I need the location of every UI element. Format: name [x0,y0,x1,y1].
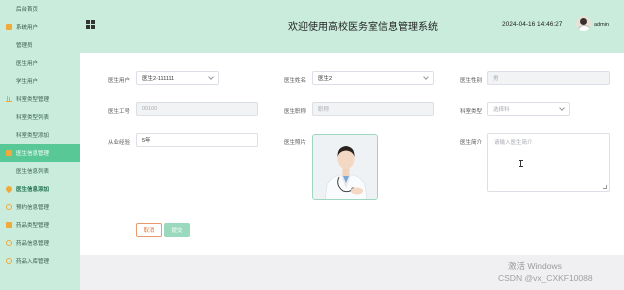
cancel-button[interactable]: 取消 [136,223,162,237]
gender-field[interactable]: 男 [487,71,610,85]
dept-type-select[interactable]: 选择科 [487,102,570,116]
sidebar-item-label: 药品信息管理 [16,241,50,247]
doctor-name-select[interactable]: 医生2 [312,71,434,85]
sidebar-item-admin[interactable]: 管理员 [0,36,80,54]
sidebar: 后台首页 系统用户 管理员 医生用户 学生用户 科室类型管理 科室类型列表 科室… [0,0,80,290]
sidebar-item-label: 系统用户 [16,25,39,31]
employee-id-field[interactable]: 00100 [136,102,258,116]
sidebar-item-label: 药品类型管理 [16,223,50,229]
title-value: 职称 [318,107,330,113]
sidebar-item-doctor-mgmt[interactable]: 医生信息管理 [0,144,80,162]
intro-placeholder: 请输入医生简介 [494,140,533,146]
sidebar-item-system-users[interactable]: 系统用户 [0,18,80,36]
csdn-watermark: CSDN @vx_CXKF10088 [498,273,593,283]
folder-icon [6,150,12,156]
circle-icon [6,204,12,210]
sidebar-item-label: 学生用户 [16,79,39,85]
circle-icon [6,258,12,264]
sidebar-item-label: 科室类型管理 [16,97,50,103]
chevron-down-icon [208,74,214,80]
sidebar-item-dept-type-mgmt[interactable]: 科室类型管理 [0,90,80,108]
doctor-edit-form: 医生用户 医生2-111111 医生姓名 医生2 医生性别 男 医生工号 001… [80,53,624,255]
sidebar-item-drug-info-mgmt[interactable]: 药品信息管理 [0,234,80,252]
title-field[interactable]: 职称 [312,102,434,116]
sidebar-item-label: 药品入库管理 [16,259,50,265]
folder-icon [6,24,12,30]
folder-icon [6,222,12,228]
doctor-user-value: 医生2-111111 [142,76,175,82]
menu-grid-icon[interactable] [86,20,95,29]
sidebar-item-dept-type-list[interactable]: 科室类型列表 [0,108,80,126]
header: 欢迎使用高校医务室信息管理系统 2024-04-16 14:46:27 admi… [80,0,624,53]
sidebar-item-label: 医生信息添加 [16,187,50,193]
years-label: 从业经验 [107,140,130,146]
sidebar-item-doctor-list[interactable]: 医生信息列表 [0,162,80,180]
username[interactable]: admin [594,22,609,28]
doctor-name-label: 医生姓名 [283,78,306,84]
sidebar-item-label: 预约信息管理 [16,205,50,211]
text-cursor-icon [518,160,523,167]
sidebar-item-student-users[interactable]: 学生用户 [0,72,80,90]
sidebar-item-doctor-add[interactable]: 医生信息添加 [0,180,80,198]
intro-textarea[interactable]: 请输入医生简介 [487,133,610,192]
resize-grip-icon[interactable] [603,185,607,189]
photo-label: 医生照片 [283,140,306,146]
sidebar-item-home[interactable]: 后台首页 [0,0,80,18]
sidebar-item-label: 科室类型列表 [16,115,50,121]
location-pin-icon [4,184,14,194]
doctor-user-select[interactable]: 医生2-111111 [136,71,219,85]
doctor-photo[interactable] [312,134,378,200]
employee-id-label: 医生工号 [107,109,130,115]
avatar[interactable] [576,16,591,31]
sidebar-item-label: 医生信息管理 [16,151,50,157]
sidebar-item-label: 医生用户 [16,61,39,67]
submit-button[interactable]: 提交 [164,223,190,237]
employee-id-value: 00100 [142,106,158,112]
title-label: 医生职称 [283,109,306,115]
dept-type-placeholder: 选择科 [493,107,510,113]
sidebar-item-label: 科室类型添加 [16,133,50,139]
datetime-display: 2024-04-16 14:46:27 [502,21,563,28]
years-value: 5年 [142,138,151,144]
chevron-down-icon [423,74,429,80]
sidebar-item-label: 医生信息列表 [16,169,50,175]
sidebar-item-label: 管理员 [16,43,33,49]
sidebar-item-doctor-users[interactable]: 医生用户 [0,54,80,72]
doctor-user-label: 医生用户 [107,78,130,84]
dept-type-label: 科室类型 [459,109,482,115]
circle-icon [6,240,12,246]
sidebar-item-dept-type-add[interactable]: 科室类型添加 [0,126,80,144]
years-input[interactable]: 5年 [136,133,258,147]
gender-value: 男 [493,76,499,82]
sidebar-item-drug-stock-mgmt[interactable]: 药品入库管理 [0,252,80,270]
sidebar-item-label: 后台首页 [16,7,39,13]
chevron-down-icon [559,105,565,111]
doctor-name-value: 医生2 [318,76,333,82]
sidebar-item-drug-type-mgmt[interactable]: 药品类型管理 [0,216,80,234]
sidebar-item-appointment-mgmt[interactable]: 预约信息管理 [0,198,80,216]
bar-chart-icon [6,96,12,102]
windows-activation-notice: 激活 Windows [508,261,562,271]
gender-label: 医生性别 [459,78,482,84]
intro-label: 医生简介 [459,140,482,146]
page-title: 欢迎使用高校医务室信息管理系统 [288,22,438,33]
